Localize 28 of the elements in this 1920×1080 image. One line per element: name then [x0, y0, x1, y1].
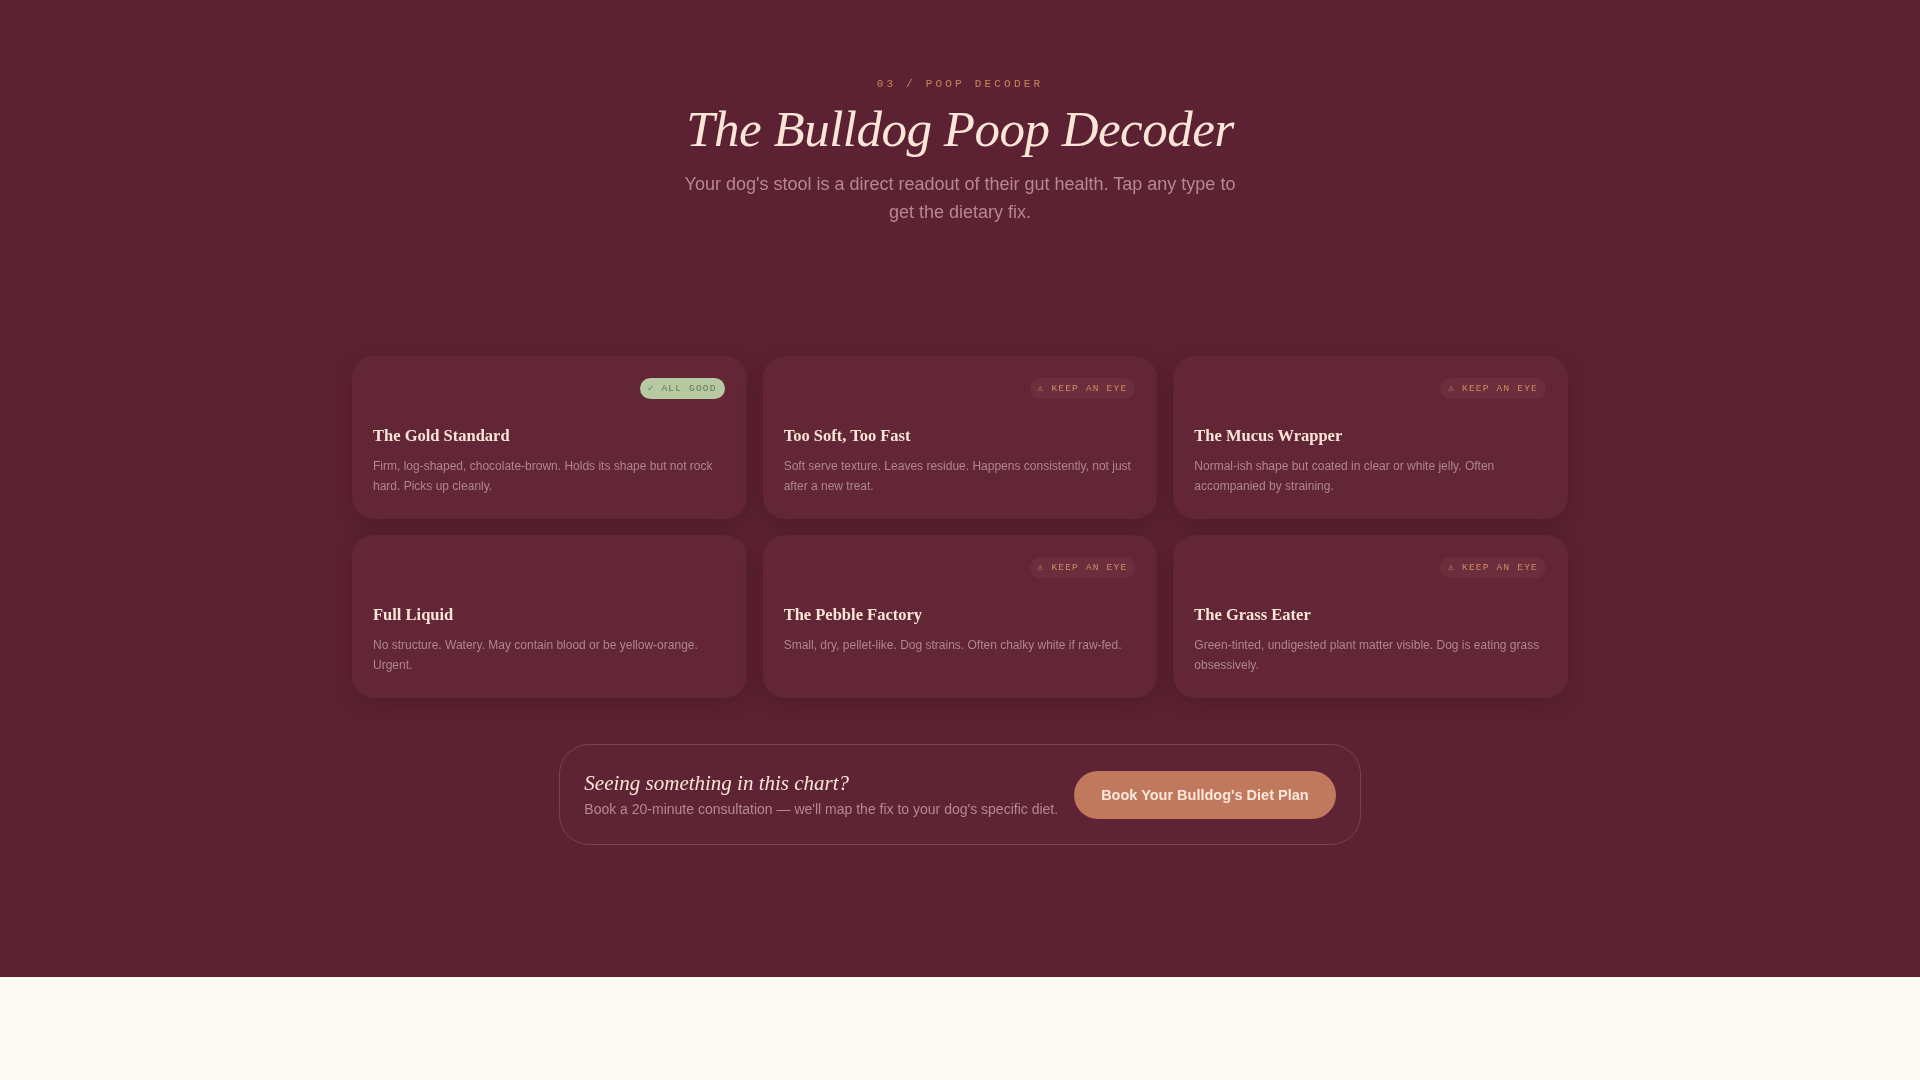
status-badge: ✓ ALL GOOD	[639, 378, 725, 399]
card-description: Small, dry, pellet-like. Dog strains. Often chalky white if raw-fed.	[783, 637, 1123, 654]
page-title: The Bulldog Poop Decoder	[686, 100, 1234, 159]
page-subtitle: Your dog's stool is a direct readout of their gut health. Tap any type to get the dietary fix.	[683, 173, 1237, 224]
status-badge: ⚠ KEEP AN EYE	[1440, 378, 1546, 399]
stool-type-card[interactable]: ⚠ KEEP AN EYE The Grass Eater Green-tinted, undigested plant matter visible. Dog is eating grass obsessively.	[1173, 535, 1568, 698]
card-description: Firm, log-shaped, chocolate-brown. Holds its shape but not rock hard. Picks up cleanly.	[373, 458, 714, 495]
card-description: Green-tinted, undigested plant matter visible. Dog is eating grass obsessively.	[1194, 637, 1541, 674]
card-title: Too Soft, Too Fast	[783, 425, 912, 447]
card-description: Soft serve texture. Leaves residue. Happens consistently, not just after a new treat.	[783, 458, 1132, 495]
section-eyebrow: 03 / POOP DECODER	[876, 77, 1044, 91]
cta-text: Book a 20-minute consultation — we'll map the fix to your dog's specific diet.	[584, 800, 1059, 819]
stool-type-card[interactable]: Full Liquid No structure. Watery. May contain blood or be yellow-orange. Urgent.	[352, 535, 747, 698]
card-title: The Gold Standard	[373, 425, 511, 447]
stool-type-card[interactable]: ⚠ KEEP AN EYE The Pebble Factory Small, dry, pellet-like. Dog strains. Often chalky white if raw-fed.	[762, 535, 1158, 698]
status-badge: ⚠ KEEP AN EYE	[1029, 378, 1136, 399]
card-title: The Grass Eater	[1194, 604, 1312, 626]
card-title: The Mucus Wrapper	[1194, 425, 1344, 447]
status-badge: ⚠ KEEP AN EYE	[1029, 557, 1136, 578]
stool-type-card[interactable]: ⚠ KEEP AN EYE Too Soft, Too Fast Soft serve texture. Leaves residue. Happens consistently, not just after a new treat.	[762, 356, 1158, 519]
stool-type-card[interactable]: ⚠ KEEP AN EYE The Mucus Wrapper Normal-ish shape but coated in clear or white jelly. Often accompanied by straining.	[1173, 356, 1568, 519]
card-title: The Pebble Factory	[783, 604, 924, 626]
cta-heading: Seeing something in this chart?	[584, 770, 850, 796]
status-badge: ⚠ KEEP AN EYE	[1440, 557, 1546, 578]
card-description: Normal-ish shape but coated in clear or white jelly. Often accompanied by straining.	[1194, 458, 1496, 495]
card-description: No structure. Watery. May contain blood or be yellow-orange. Urgent.	[373, 637, 699, 674]
stool-type-card[interactable]: ✓ ALL GOOD The Gold Standard Firm, log-shaped, chocolate-brown. Holds its shape but not rock hard. Picks up cleanly.	[352, 356, 747, 519]
card-title: Full Liquid	[373, 604, 455, 626]
